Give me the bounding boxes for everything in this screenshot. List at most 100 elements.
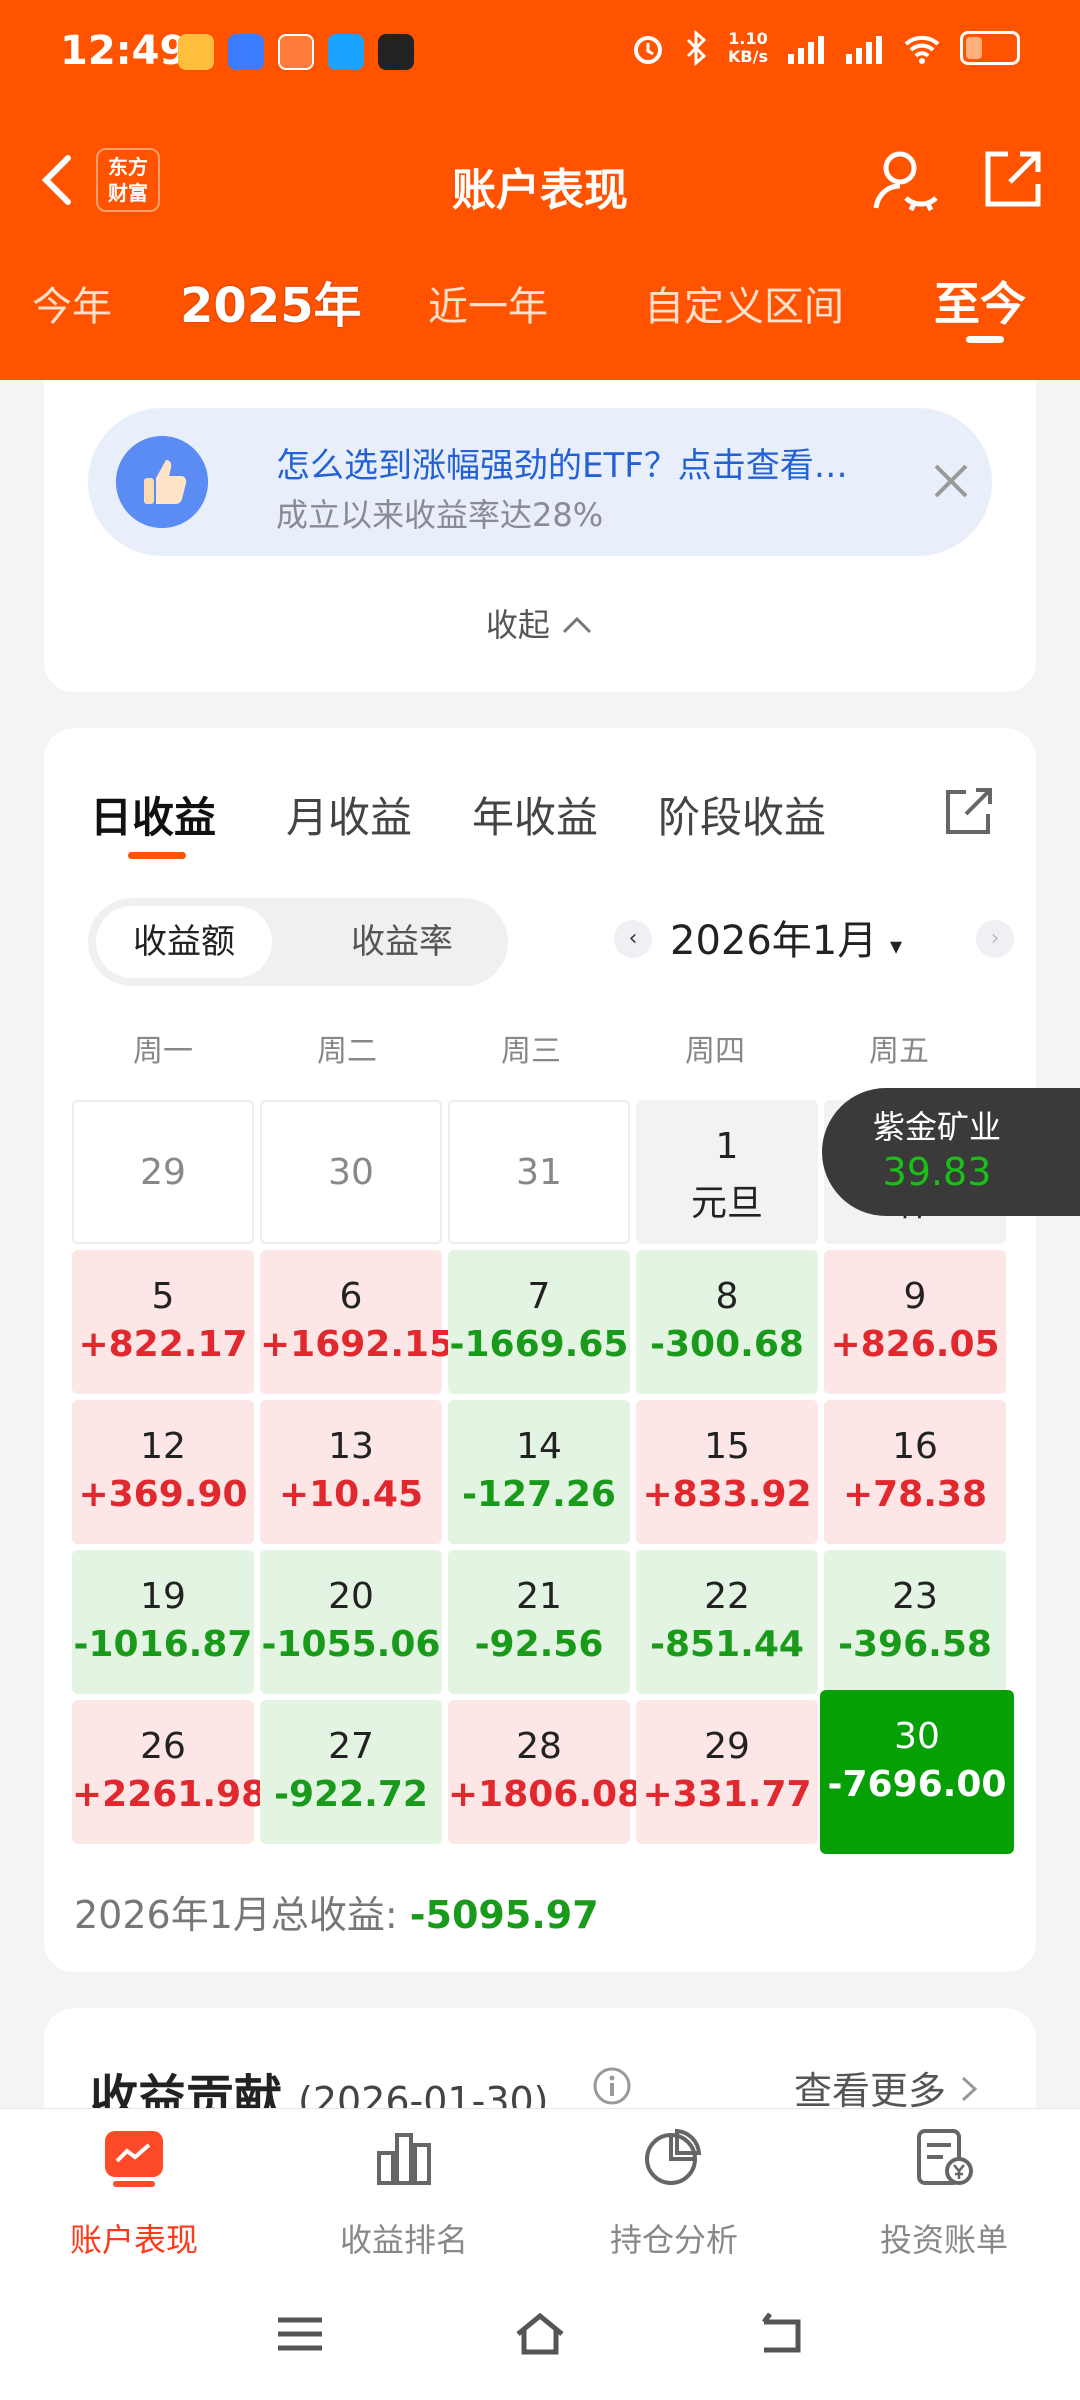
home-icon[interactable] bbox=[512, 2308, 568, 2360]
system-nav-bar bbox=[0, 2268, 1080, 2400]
tab-monthly-return[interactable]: 月收益 bbox=[286, 784, 412, 845]
tab-daily-return[interactable]: 日收益 bbox=[90, 784, 216, 845]
calendar-day-cell[interactable]: 19 -1016.87 bbox=[72, 1550, 254, 1694]
promo-title: 怎么选到涨幅强劲的ETF？点击查看… bbox=[276, 446, 848, 486]
calendar-day-cell[interactable]: 21 -92.56 bbox=[448, 1550, 630, 1694]
calendar-day-value: -922.72 bbox=[274, 1774, 428, 1815]
calendar-day-value: -300.68 bbox=[650, 1324, 804, 1365]
calendar-day-number: 31 bbox=[516, 1152, 562, 1193]
promo-banner[interactable]: 怎么选到涨幅强劲的ETF？点击查看… 成立以来收益率达28% bbox=[88, 408, 992, 556]
calendar-day-number: 28 bbox=[516, 1726, 562, 1767]
calendar-day-value: +833.92 bbox=[642, 1474, 812, 1515]
calendar-day-cell[interactable]: 23 -396.58 bbox=[824, 1550, 1006, 1694]
return-tabs: 日收益 月收益 年收益 阶段收益 bbox=[90, 784, 990, 864]
nav-return-ranking[interactable]: 收益排名 bbox=[304, 2127, 504, 2261]
signal-icon bbox=[846, 36, 882, 64]
calendar-day-cell[interactable]: 20 -1055.06 bbox=[260, 1550, 442, 1694]
close-icon[interactable] bbox=[928, 458, 974, 504]
calendar-day-value: -1016.87 bbox=[73, 1624, 253, 1665]
month-total: 2026年1月总收益: -5095.97 bbox=[74, 1893, 599, 1937]
calendar-day-cell[interactable]: 16 +78.38 bbox=[824, 1400, 1006, 1544]
calendar-day-cell[interactable]: 13 +10.45 bbox=[260, 1400, 442, 1544]
view-more-link[interactable]: 查看更多 bbox=[794, 2060, 980, 2115]
tab-this-year[interactable]: 今年 bbox=[32, 274, 112, 332]
toggle-rate[interactable]: 收益率 bbox=[314, 906, 490, 978]
stock-tooltip[interactable]: 紫金矿业 39.83 bbox=[822, 1088, 1080, 1216]
tab-yearly-return[interactable]: 年收益 bbox=[472, 784, 598, 845]
calendar-day-cell[interactable]: 14 -127.26 bbox=[448, 1400, 630, 1544]
active-tab-indicator bbox=[966, 336, 1004, 343]
thumbs-up-icon bbox=[116, 436, 208, 528]
returns-card: 日收益 月收益 年收益 阶段收益 收益额 收益率 ‹ 2026年1月 ▾ › 周… bbox=[44, 728, 1036, 1972]
calendar-day-value: +826.05 bbox=[830, 1324, 1000, 1365]
nav-holdings-analysis[interactable]: 持仓分析 bbox=[574, 2127, 774, 2261]
dropdown-icon: ▾ bbox=[889, 932, 903, 960]
amount-rate-toggle: 收益额 收益率 bbox=[88, 898, 508, 986]
nav-investment-bills[interactable]: 投资账单 bbox=[844, 2127, 1044, 2261]
calendar-day-number: 26 bbox=[140, 1726, 186, 1767]
calendar-day-cell[interactable]: 26 +2261.98 bbox=[72, 1700, 266, 1844]
tab-to-date[interactable]: 至今 bbox=[934, 268, 1026, 334]
calendar-day-number: 1 bbox=[715, 1126, 739, 1167]
calendar-day-number: 7 bbox=[527, 1276, 551, 1317]
calendar-day-cell[interactable]: 15 +833.92 bbox=[636, 1400, 818, 1544]
calendar-day-value: -1669.65 bbox=[449, 1324, 629, 1365]
calendar-day-cell[interactable]: 1 元旦 bbox=[636, 1100, 818, 1244]
toggle-amount[interactable]: 收益额 bbox=[96, 906, 272, 978]
share-icon[interactable] bbox=[980, 146, 1046, 212]
back-icon[interactable] bbox=[752, 2308, 808, 2360]
share-icon[interactable] bbox=[942, 784, 996, 838]
calendar-day-cell[interactable]: 7 -1669.65 bbox=[448, 1250, 630, 1394]
network-speed: 1.10 KB/s bbox=[728, 29, 768, 66]
calendar-day-number: 14 bbox=[516, 1426, 562, 1467]
calendar-day-number: 27 bbox=[328, 1726, 374, 1767]
tab-past-year[interactable]: 近一年 bbox=[428, 274, 548, 332]
month-total-value: -5095.97 bbox=[409, 1893, 599, 1937]
weekday-label: 周一 bbox=[133, 1034, 193, 1069]
calendar-day-value: +1806.08 bbox=[448, 1774, 643, 1815]
weekday-label: 周二 bbox=[317, 1034, 377, 1069]
calendar-day-value: +78.38 bbox=[842, 1474, 988, 1515]
calendar-day-cell[interactable]: 9 +826.05 bbox=[824, 1250, 1006, 1394]
calendar-day-cell[interactable]: 22 -851.44 bbox=[636, 1550, 818, 1694]
tab-2025[interactable]: 2025年 bbox=[180, 266, 362, 336]
tab-custom-range[interactable]: 自定义区间 bbox=[644, 274, 844, 332]
prev-month-button[interactable]: ‹ bbox=[614, 920, 652, 958]
info-icon[interactable] bbox=[592, 2066, 632, 2106]
battery-icon bbox=[960, 31, 1020, 65]
calendar-day-number: 6 bbox=[339, 1276, 363, 1317]
calendar-day-number: 29 bbox=[704, 1726, 750, 1767]
calendar-day-cell[interactable]: 27 -922.72 bbox=[260, 1700, 442, 1844]
tooltip-stock-name: 紫金矿业 bbox=[872, 1108, 1001, 1146]
menu-icon[interactable] bbox=[272, 2308, 328, 2360]
calendar-day-number: 15 bbox=[704, 1426, 750, 1467]
calendar-day-value: +369.90 bbox=[78, 1474, 248, 1515]
bar-chart-icon bbox=[377, 2133, 431, 2185]
calendar-day-value: -7696.00 bbox=[827, 1764, 1007, 1805]
next-month-button[interactable]: › bbox=[976, 920, 1014, 958]
calendar-day-cell[interactable]: 6 +1692.15 bbox=[260, 1250, 454, 1394]
user-hide-icon[interactable] bbox=[870, 146, 940, 216]
calendar-day-cell[interactable]: 28 +1806.08 bbox=[448, 1700, 643, 1844]
month-selector[interactable]: 2026年1月 ▾ bbox=[670, 908, 902, 966]
tab-period-return[interactable]: 阶段收益 bbox=[658, 784, 826, 845]
calendar-day-cell[interactable]: 12 +369.90 bbox=[72, 1400, 254, 1544]
calendar-day-value: 元旦 bbox=[690, 1183, 763, 1224]
calendar-day-number: 30 bbox=[328, 1152, 374, 1193]
promo-card: 怎么选到涨幅强劲的ETF？点击查看… 成立以来收益率达28% 收起 bbox=[44, 380, 1036, 692]
promo-subtitle: 成立以来收益率达28% bbox=[276, 496, 604, 534]
calendar-day-cell[interactable]: 30 bbox=[260, 1100, 442, 1244]
return-tab-indicator bbox=[128, 852, 186, 859]
calendar-day-cell[interactable]: 5 +822.17 bbox=[72, 1250, 254, 1394]
calendar-day-cell[interactable]: 29 +331.77 bbox=[636, 1700, 818, 1844]
nav-account-performance[interactable]: 账户表现 bbox=[34, 2127, 234, 2261]
calendar-day-number: 29 bbox=[140, 1152, 186, 1193]
calendar-day-cell[interactable]: 8 -300.68 bbox=[636, 1250, 818, 1394]
status-indicators: 1.10 KB/s bbox=[630, 30, 1020, 66]
collapse-button[interactable]: 收起 bbox=[44, 600, 1036, 646]
period-tabs: 今年 2025年 近一年 自定义区间 至今 bbox=[0, 260, 1080, 360]
calendar-day-cell[interactable]: 31 bbox=[448, 1100, 630, 1244]
calendar-day-cell[interactable]: 30 -7696.00 bbox=[820, 1690, 1014, 1854]
calendar-day-cell[interactable]: 29 bbox=[72, 1100, 254, 1244]
weekday-label: 周三 bbox=[501, 1034, 561, 1069]
